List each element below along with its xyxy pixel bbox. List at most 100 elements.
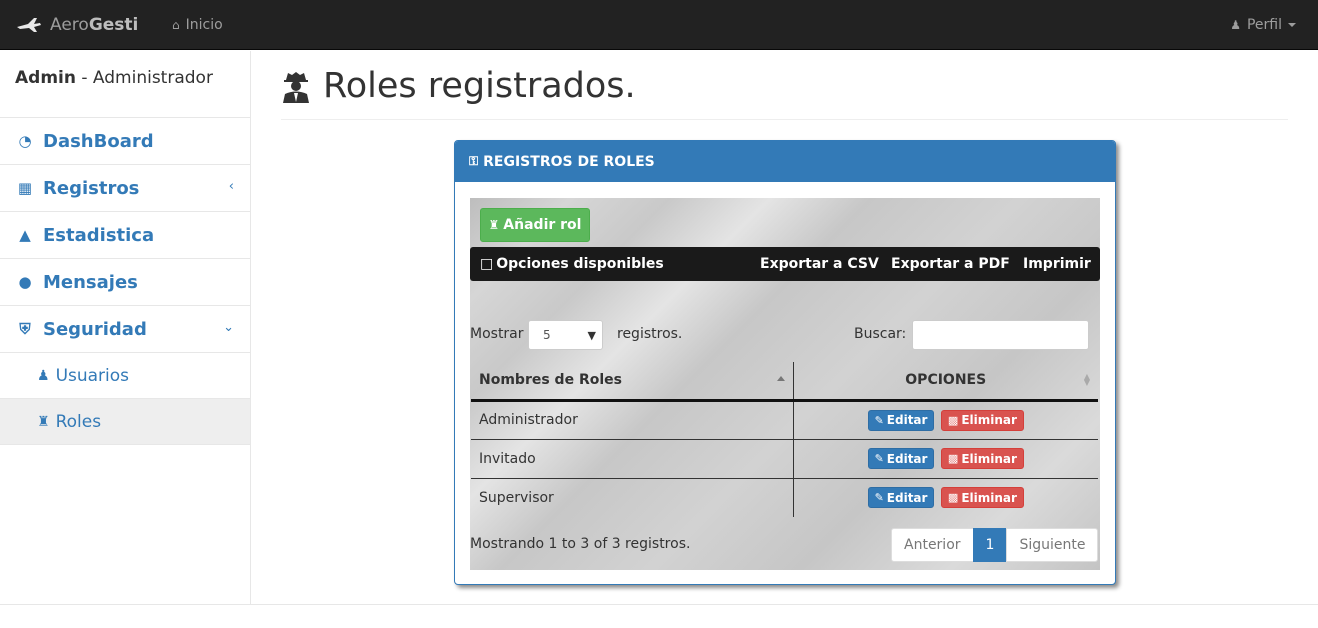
brand[interactable]: AeroGesti [16,0,138,50]
sidebar-subitem-roles[interactable]: ♜ Roles [0,399,250,445]
sidebar: Admin - Administrador ◔ DashBoard ▦ Regi… [0,51,251,604]
table-icon: ▦ [17,179,33,197]
edit-button[interactable]: ✎ Editar [867,487,935,509]
sidebar-subitem-label: Roles [55,411,102,432]
edit-icon: ✎ [874,413,884,427]
edit-label: Editar [886,451,928,466]
sort-asc-icon [776,376,785,381]
table-row: Administrador ✎ Editar ▩ Eliminar [471,400,1098,440]
column-header-label: OPCIONES [905,372,987,389]
user-secret-icon: ♜ [37,413,50,430]
page-title-text: Roles registrados. [323,66,636,106]
profile-dropdown[interactable]: ♟ Perfil [1230,0,1296,50]
role-name: Supervisor [479,489,554,506]
delete-label: Eliminar [961,413,1017,427]
user-secret-icon: ♜ [488,218,500,232]
show-label: Mostrar [470,326,524,342]
row-actions: ✎ Editar ▩ Eliminar [792,439,1098,479]
delete-button[interactable]: ▩ Eliminar [940,409,1024,431]
pager-next-button[interactable]: Siguiente [1006,528,1099,562]
table-row: Supervisor ✎ Editar ▩ Eliminar [471,478,1098,517]
users-icon: ♟ [37,367,50,384]
title-divider [281,119,1288,120]
sidebar-item-mensajes[interactable]: ● Mensajes [0,259,250,306]
panel-heading: ⚿ REGISTROS DE ROLES [455,141,1115,182]
nav-home-label: Inicio [185,17,223,33]
export-csv-button[interactable]: Exportar a CSV [760,247,879,281]
sidebar-item-label: Registros [43,177,140,199]
sidebar-item-estadistica[interactable]: ▲ Estadistica [0,212,250,259]
table-row: Invitado ✎ Editar ▩ Eliminar [471,439,1098,479]
edit-icon: ✎ [874,452,884,465]
panel-heading-text: REGISTROS DE ROLES [483,153,655,170]
sidebar-subitem-label: Usuarios [55,365,130,386]
plane-icon [17,18,41,32]
comment-icon: ● [18,273,32,291]
column-header-options[interactable]: OPCIONES ▲ ▼ [792,362,1098,402]
roles-table: Nombres de Roles OPCIONES ▲ ▼ Administrad… [471,362,1098,517]
delete-button[interactable]: ▩ Eliminar [940,487,1024,509]
row-actions: ✎ Editar ▩ Eliminar [792,400,1098,440]
caret-down-icon [1288,23,1296,27]
sidebar-item-registros[interactable]: ▦ Registros ‹ [0,165,250,212]
chevron-down-icon: ⌄ [223,320,234,335]
panel-body: ♜ Añadir rol □ Opciones disponibles Expo… [470,198,1100,570]
sort-icon: ▲ ▼ [1083,372,1090,387]
edit-label: Editar [886,490,928,505]
sidebar-subitem-usuarios[interactable]: ♟ Usuarios [0,353,250,399]
delete-label: Eliminar [961,490,1017,505]
search-label: Buscar: [854,326,907,342]
brand-name: AeroGesti [50,15,139,35]
sidebar-item-label: Seguridad [43,318,147,340]
user-role: - Administrador [75,68,213,88]
top-navbar: AeroGesti ⌂ Inicio ♟ Perfil [0,0,1318,50]
pagination: Anterior 1 Siguiente [891,528,1099,562]
add-role-label: Añadir rol [503,217,582,233]
role-name: Invitado [471,439,793,479]
sidebar-user: Admin - Administrador [0,51,250,118]
nav-home-link[interactable]: ⌂ Inicio [172,0,223,50]
dashboard-icon: ◔ [18,132,32,150]
bottom-strip [0,604,1318,628]
export-toolbar: □ Opciones disponibles Exportar a CSV Ex… [470,247,1100,281]
trash-icon: ▩ [947,452,959,465]
sidebar-item-dashboard[interactable]: ◔ DashBoard [0,118,250,165]
trash-icon: ▩ [947,413,959,427]
options-label-text: Opciones disponibles [496,256,664,272]
options-label: □ Opciones disponibles [480,247,664,281]
shield-icon: ⛨ [19,320,31,338]
add-role-button[interactable]: ♜ Añadir rol [480,208,590,242]
search-input[interactable] [912,320,1089,350]
edit-icon: ✎ [874,491,884,505]
profile-label: Perfil [1246,17,1282,33]
edit-label: Editar [886,413,928,427]
file-icon: □ [480,256,494,272]
page-size-value: 5 [543,328,551,342]
column-header-label: Nombres de Roles [479,372,622,389]
export-pdf-button[interactable]: Exportar a PDF [891,247,1010,281]
row-actions: ✎ Editar ▩ Eliminar [792,478,1098,517]
roles-panel: ⚿ REGISTROS DE ROLES ♜ Añadir rol □ Opci… [454,140,1116,585]
edit-button[interactable]: ✎ Editar [867,409,935,431]
user-icon: ♟ [1230,18,1241,32]
print-button[interactable]: Imprimir [1023,247,1091,281]
pager-page-button[interactable]: 1 [972,528,1008,562]
user-secret-icon [283,72,309,103]
column-header-name[interactable]: Nombres de Roles [471,362,793,402]
area-chart-icon: ▲ [19,226,31,244]
delete-button[interactable]: ▩ Eliminar [940,448,1024,469]
edit-button[interactable]: ✎ Editar [867,448,935,469]
page-title: Roles registrados. [281,66,636,106]
show-suffix: registros. [617,326,683,342]
sidebar-item-label: Estadistica [43,224,155,246]
role-name: Administrador [471,400,793,440]
sidebar-item-label: Mensajes [43,271,138,293]
table-header-row: Nombres de Roles OPCIONES ▲ ▼ [471,362,1098,402]
sidebar-item-seguridad[interactable]: ⛨ Seguridad ⌄ [0,306,250,353]
key-icon: ⚿ [469,154,479,168]
table-info: Mostrando 1 to 3 of 3 registros. [470,536,691,552]
delete-label: Eliminar [961,451,1017,466]
page-size-select[interactable]: 5 ▼ [528,320,603,350]
pager-prev-button[interactable]: Anterior [891,528,974,562]
trash-icon: ▩ [947,491,959,505]
